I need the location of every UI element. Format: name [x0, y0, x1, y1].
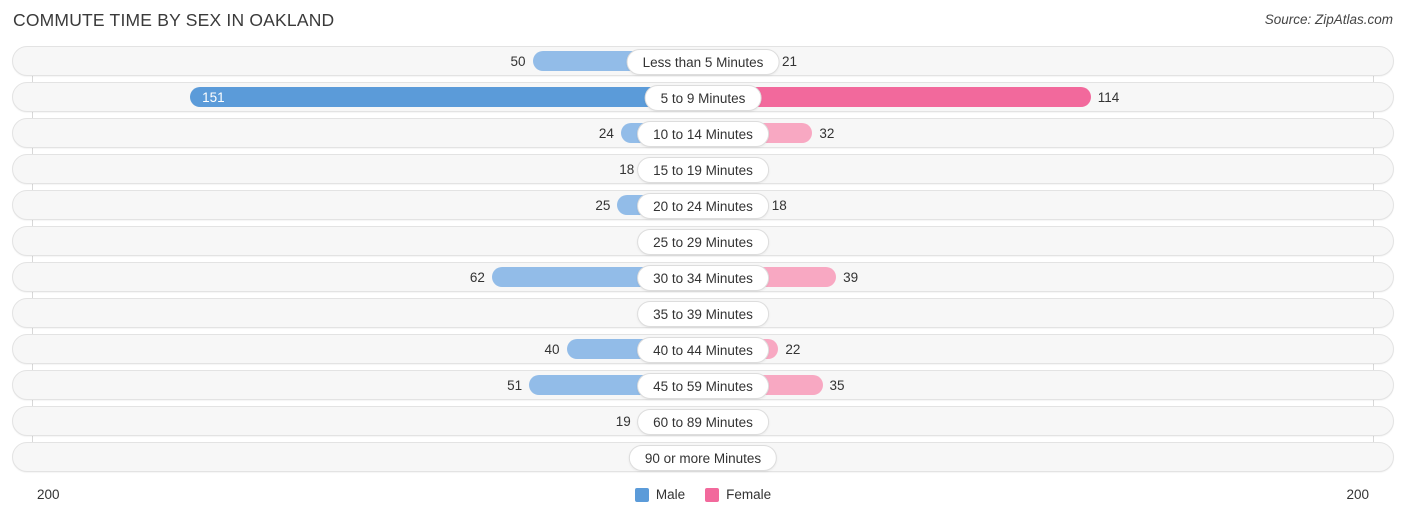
- value-label-male: 62: [469, 270, 485, 285]
- table-row[interactable]: 25 18 20 to 24 Minutes: [12, 190, 1394, 220]
- bar-track: 0 035 to 39 Minutes: [13, 299, 1393, 327]
- legend-swatch-male-icon: [634, 487, 649, 502]
- chart-rows: 50 21 Less than 5 Minutes 151 114 5 to 9 Minu…: [0, 46, 1406, 478]
- chart-footer: 200 200 Male Female: [0, 487, 1406, 523]
- bar-track: 51 35 45 to 59 Minutes: [13, 371, 1393, 399]
- legend-item-female[interactable]: Female: [705, 487, 771, 502]
- value-label-male: 25: [595, 198, 611, 213]
- value-label-male: 50: [510, 54, 526, 69]
- legend-label-male: Male: [655, 487, 686, 502]
- category-label: 35 to 39 Minutes: [637, 301, 769, 327]
- value-label-male: 6: [13, 227, 667, 257]
- category-label: 10 to 14 Minutes: [637, 121, 769, 147]
- bar-track: 62 39 30 to 34 Minutes: [13, 263, 1393, 291]
- value-label-male: 24: [598, 126, 614, 141]
- bar-track: 151 114 5 to 9 Minutes: [13, 83, 1393, 111]
- value-label-female: 22: [785, 342, 801, 357]
- bar-track: 24 32 10 to 14 Minutes: [13, 119, 1393, 147]
- legend-swatch-female-icon: [705, 487, 720, 502]
- value-label-female: 39: [843, 270, 859, 285]
- value-label-male: 0: [13, 299, 667, 329]
- value-label-female: 21: [781, 54, 797, 69]
- bar-track: 25 18 20 to 24 Minutes: [13, 191, 1393, 219]
- value-label-female: 4: [739, 443, 1393, 473]
- value-label-female: 0: [739, 299, 1393, 329]
- table-row[interactable]: 19 260 to 89 Minutes: [12, 406, 1394, 436]
- chart-header: COMMUTE TIME BY SEX IN OAKLAND Source: Z…: [0, 0, 1406, 46]
- category-label: 30 to 34 Minutes: [637, 265, 769, 291]
- category-label: Less than 5 Minutes: [626, 49, 780, 75]
- legend-item-male[interactable]: Male: [634, 487, 686, 502]
- value-label-male: 18: [619, 162, 635, 177]
- bar-track: 40 22 40 to 44 Minutes: [13, 335, 1393, 363]
- bar-track: 19 260 to 89 Minutes: [13, 407, 1393, 435]
- bar-track: 18 315 to 19 Minutes: [13, 155, 1393, 183]
- page-title: COMMUTE TIME BY SEX IN OAKLAND: [13, 10, 335, 30]
- bar-track: 50 21 Less than 5 Minutes: [13, 47, 1393, 75]
- category-label: 15 to 19 Minutes: [637, 157, 769, 183]
- value-label-male: 151: [202, 90, 225, 105]
- chart-legend: Male Female: [0, 487, 1406, 502]
- category-label: 20 to 24 Minutes: [637, 193, 769, 219]
- table-row[interactable]: 151 114 5 to 9 Minutes: [12, 82, 1394, 112]
- value-label-female: 3: [739, 227, 1393, 257]
- value-label-male: 51: [507, 378, 523, 393]
- value-label-male: 40: [544, 342, 560, 357]
- table-row[interactable]: 62 39 30 to 34 Minutes: [12, 262, 1394, 292]
- table-row[interactable]: 11 490 or more Minutes: [12, 442, 1394, 472]
- value-label-female: 3: [739, 155, 1393, 185]
- table-row[interactable]: 51 35 45 to 59 Minutes: [12, 370, 1394, 400]
- value-label-male: 19: [615, 414, 631, 429]
- table-row[interactable]: 40 22 40 to 44 Minutes: [12, 334, 1394, 364]
- value-label-female: 32: [819, 126, 835, 141]
- table-row[interactable]: 18 315 to 19 Minutes: [12, 154, 1394, 184]
- table-row[interactable]: 0 035 to 39 Minutes: [12, 298, 1394, 328]
- category-label: 60 to 89 Minutes: [637, 409, 769, 435]
- value-label-female: 2: [739, 407, 1393, 437]
- value-label-female: 114: [1097, 90, 1120, 105]
- category-label: 25 to 29 Minutes: [637, 229, 769, 255]
- source-attribution: Source: ZipAtlas.com: [1264, 12, 1393, 27]
- category-label: 40 to 44 Minutes: [637, 337, 769, 363]
- table-row[interactable]: 50 21 Less than 5 Minutes: [12, 46, 1394, 76]
- value-label-female: 18: [771, 198, 787, 213]
- chart-page: COMMUTE TIME BY SEX IN OAKLAND Source: Z…: [0, 0, 1406, 523]
- category-label: 90 or more Minutes: [628, 445, 778, 471]
- value-label-female: 35: [829, 378, 845, 393]
- category-label: 5 to 9 Minutes: [644, 85, 762, 111]
- bar-track: 11 490 or more Minutes: [13, 443, 1393, 471]
- chart-plot-area: 50 21 Less than 5 Minutes 151 114 5 to 9 Minu…: [0, 46, 1406, 487]
- bar-female[interactable]: [703, 87, 1091, 107]
- table-row[interactable]: 6 325 to 29 Minutes: [12, 226, 1394, 256]
- table-row[interactable]: 24 32 10 to 14 Minutes: [12, 118, 1394, 148]
- legend-label-female: Female: [726, 487, 772, 502]
- bar-track: 6 325 to 29 Minutes: [13, 227, 1393, 255]
- category-label: 45 to 59 Minutes: [637, 373, 769, 399]
- value-label-male: 11: [13, 443, 665, 473]
